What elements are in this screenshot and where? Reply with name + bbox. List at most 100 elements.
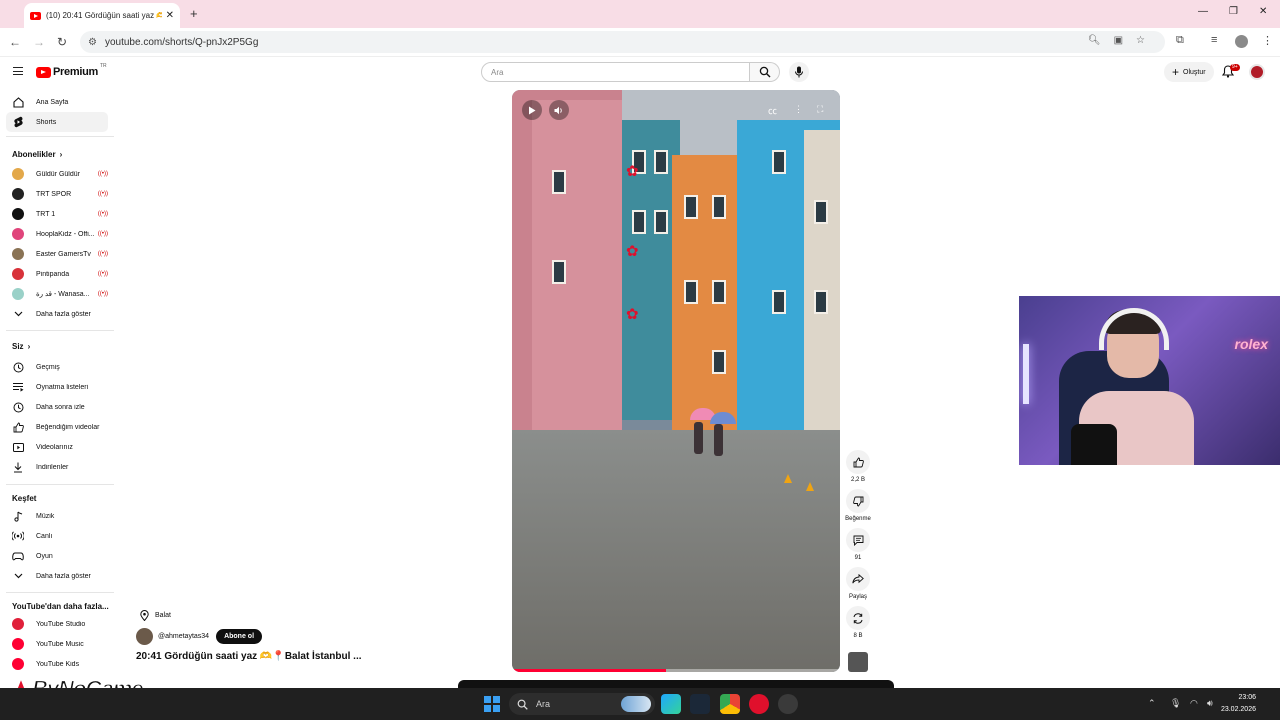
show-more-subscriptions[interactable]: Daha fazla göster xyxy=(6,304,108,324)
volume-icon xyxy=(554,106,562,114)
network-icon[interactable]: ◠ xyxy=(1190,698,1198,709)
sidebar-item-history[interactable]: Geçmiş xyxy=(6,357,108,377)
windows-taskbar: Ara ⌃ 🎙︎ ◠ 🔊︎ 23:06 23.02.2026 xyxy=(0,688,1280,720)
comments-button[interactable] xyxy=(846,528,870,552)
video-progress-bar[interactable] xyxy=(512,669,840,672)
media-controls-icon[interactable]: ≡ xyxy=(1211,34,1217,46)
tray-chevron-up-icon[interactable]: ⌃ xyxy=(1148,698,1156,709)
search-input[interactable]: Ara xyxy=(481,62,750,82)
sidebar-item-watch-later[interactable]: Daha sonra izle xyxy=(6,397,108,417)
like-button[interactable] xyxy=(846,450,870,474)
remix-action[interactable]: 8 B xyxy=(845,606,871,639)
share-action[interactable]: Paylaş xyxy=(845,567,871,600)
comments-action[interactable]: 91 xyxy=(845,528,871,561)
youtube-premium-logo[interactable]: Premium TR xyxy=(36,63,107,78)
dislike-action[interactable]: Beğenme xyxy=(845,489,871,522)
share-button[interactable] xyxy=(846,567,870,591)
extensions-icon[interactable]: ⧉ xyxy=(1176,34,1184,47)
sidebar-item-playlists[interactable]: Oynatma listeleri xyxy=(6,377,108,397)
restore-button[interactable]: ❐ xyxy=(1229,6,1238,17)
subscription-item[interactable]: HooplaKidz - Offi... ((•)) xyxy=(6,224,108,244)
sidebar-item-gaming[interactable]: Oyun xyxy=(6,546,108,566)
zoom-icon[interactable]: 🔍︎ xyxy=(1088,35,1101,46)
subscription-item[interactable]: TRT 1 ((•)) xyxy=(6,204,108,224)
address-bar[interactable]: ⚙ youtube.com/shorts/Q-pnJx2P5Gg 🔍︎ ▣ ☆ xyxy=(80,31,1165,53)
taskbar-search[interactable]: Ara xyxy=(509,693,655,715)
dislike-button[interactable] xyxy=(846,489,870,513)
playlists-icon xyxy=(12,381,24,393)
browser-tab[interactable]: (10) 20:41 Gördüğün saati yaz 🫶 ✕ xyxy=(24,3,180,28)
sidebar-item-home[interactable]: Ana Sayfa xyxy=(6,92,108,112)
subscription-label: Pintipanda xyxy=(36,270,70,278)
account-avatar[interactable] xyxy=(1249,64,1265,80)
sound-thumbnail[interactable] xyxy=(848,652,868,672)
bookmark-star-icon[interactable]: ☆ xyxy=(1136,35,1145,46)
new-tab-button[interactable]: + xyxy=(190,6,198,21)
show-more-explore[interactable]: Daha fazla göster xyxy=(6,566,108,586)
like-action[interactable]: 2,2 B xyxy=(845,450,871,483)
short-title[interactable]: 20:41 Gördüğün saati yaz 🫶📍Balat İstanbu… xyxy=(136,651,362,662)
forward-arrow-icon[interactable]: → xyxy=(33,35,45,49)
webcam-headset xyxy=(1099,308,1169,350)
sidebar-item-your-videos[interactable]: Videolarınız xyxy=(6,437,108,457)
next-short-preview[interactable] xyxy=(458,680,894,688)
subscription-item[interactable]: Güldür Güldür ((•)) xyxy=(6,164,108,184)
captions-icon[interactable]: ㏄ xyxy=(768,104,777,117)
youtube-kids-icon xyxy=(12,658,24,670)
obs-icon[interactable] xyxy=(778,694,798,714)
voice-search-button[interactable] xyxy=(789,62,809,82)
subscription-item[interactable]: ﻗﺪ ﺭﺓ - Wanasa... ((•)) xyxy=(6,284,108,304)
sidebar-item-youtube-kids[interactable]: YouTube Kids xyxy=(6,654,108,674)
sidebar-item-youtube-music[interactable]: YouTube Music xyxy=(6,634,108,654)
fullscreen-icon[interactable]: ⛶ xyxy=(817,104,823,115)
steam-icon[interactable] xyxy=(690,694,710,714)
chevron-down-icon xyxy=(12,570,24,582)
window-close-button[interactable]: ✕ xyxy=(1259,6,1267,17)
subscription-item[interactable]: Pintipanda ((•)) xyxy=(6,264,108,284)
sidebar-item-label: Shorts xyxy=(36,118,57,126)
sidebar-item-music[interactable]: Müzik xyxy=(6,506,108,526)
sidebar-item-youtube-studio[interactable]: YouTube Studio xyxy=(6,614,108,634)
video-window xyxy=(684,195,698,219)
windows-start-icon[interactable] xyxy=(484,696,500,712)
tab-close-icon[interactable]: ✕ xyxy=(166,10,174,21)
more-options-icon[interactable]: ⋮ xyxy=(794,104,803,115)
chrome-icon[interactable] xyxy=(720,694,740,714)
play-pause-button[interactable] xyxy=(522,100,542,120)
subscribe-button[interactable]: Abone ol xyxy=(216,629,263,644)
short-video-player[interactable]: ✿ ✿ ✿ ㏄ ⋮ ⛶ xyxy=(512,90,840,672)
sidebar-item-shorts[interactable]: Shorts xyxy=(6,112,108,132)
minimize-button[interactable]: — xyxy=(1198,6,1208,17)
guide-menu-icon[interactable] xyxy=(13,67,23,75)
cast-icon[interactable]: ▣ xyxy=(1114,35,1123,46)
edge-browser-icon[interactable] xyxy=(661,694,681,714)
mute-button[interactable] xyxy=(549,100,569,120)
sidebar-item-label: Canlı xyxy=(36,532,53,540)
location-chip[interactable]: Balat xyxy=(136,607,175,624)
subscription-item[interactable]: Easter GamersTv ((•)) xyxy=(6,244,108,264)
back-arrow-icon[interactable]: ← xyxy=(9,35,21,49)
speaker-icon[interactable]: 🔊︎ xyxy=(1207,698,1213,709)
location-label: Balat xyxy=(155,612,171,619)
sidebar-item-live[interactable]: Canlı xyxy=(6,526,108,546)
browser-profile-avatar[interactable] xyxy=(1235,35,1248,48)
channel-avatar[interactable] xyxy=(136,628,153,645)
opera-icon[interactable] xyxy=(749,694,769,714)
remix-button[interactable] xyxy=(846,606,870,630)
subscriptions-header[interactable]: Abonelikler › xyxy=(12,150,62,159)
you-header[interactable]: Siz › xyxy=(12,342,30,351)
system-clock[interactable]: 23:06 23.02.2026 xyxy=(1221,692,1256,716)
video-building-orange xyxy=(672,155,742,440)
video-red-bow: ✿ xyxy=(626,163,639,180)
live-indicator-icon: ((•)) xyxy=(97,291,108,297)
browser-menu-icon[interactable]: ⋮ xyxy=(1262,34,1273,47)
create-button[interactable]: + Oluştur xyxy=(1164,62,1214,82)
microphone-tray-icon[interactable]: 🎙︎ xyxy=(1170,698,1181,709)
search-button[interactable] xyxy=(750,62,780,82)
sidebar-item-downloads[interactable]: İndirilenler xyxy=(6,457,108,477)
sidebar-item-liked-videos[interactable]: Beğendiğim videolar xyxy=(6,417,108,437)
reload-icon[interactable]: ↻ xyxy=(57,35,67,49)
subscription-item[interactable]: TRT SPOR ((•)) xyxy=(6,184,108,204)
channel-handle[interactable]: @ahmetaytas34 xyxy=(158,633,209,640)
site-info-icon[interactable]: ⚙ xyxy=(88,37,97,48)
